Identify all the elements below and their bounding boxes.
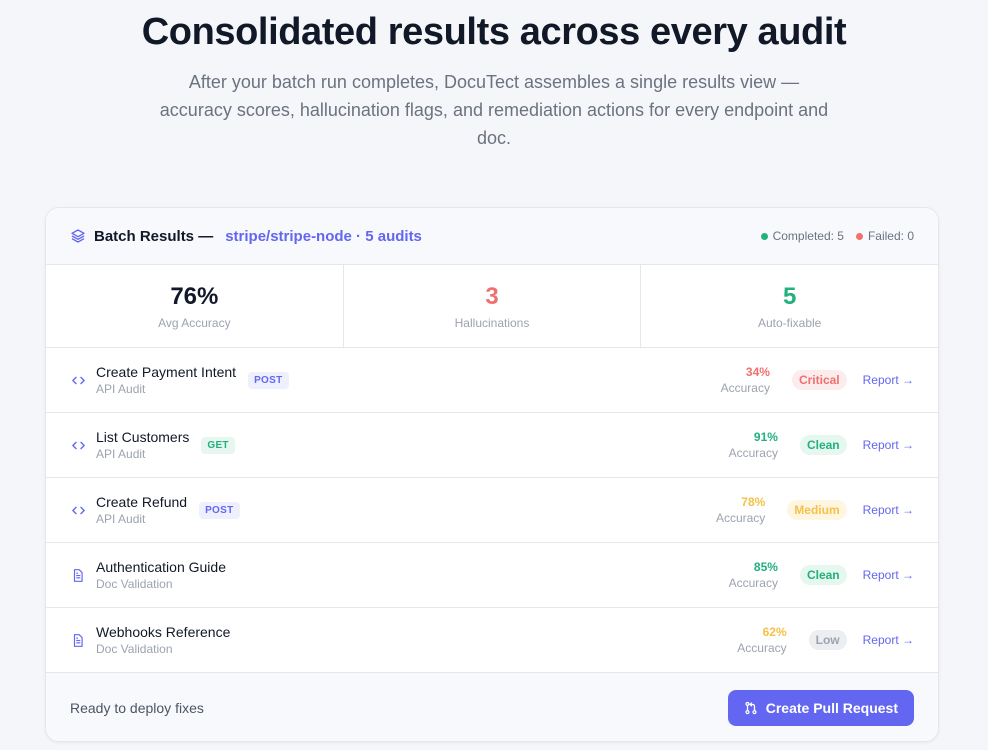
- audit-list: Create Payment Intent API Audit POST 34% Acc…: [46, 348, 938, 673]
- accuracy: 91% Accuracy: [729, 430, 778, 461]
- accuracy-label: Accuracy: [720, 380, 770, 395]
- audit-name: List Customers: [96, 428, 190, 445]
- stat-auto-fixable: 5 Auto-fixable: [640, 265, 938, 347]
- audit-row: Webhooks Reference Doc Validation 62% Accur…: [46, 608, 938, 673]
- audit-row: Create Refund API Audit POST 78% Accuracy Med…: [46, 478, 938, 543]
- audit-type: API Audit: [96, 381, 146, 396]
- audit-type: API Audit: [96, 446, 146, 461]
- batch-results-title: Batch Results —: [94, 227, 214, 245]
- severity-badge: Medium: [787, 500, 847, 520]
- completed-dot-icon: [760, 232, 768, 240]
- severity-badge: Critical: [791, 370, 847, 390]
- http-method-badge: GET: [201, 436, 235, 454]
- stat-value: 5: [783, 282, 797, 310]
- stat-value: 76%: [170, 282, 219, 310]
- accuracy-label: Accuracy: [737, 640, 787, 655]
- page-subtitle: After your batch run completes, DocuTect…: [159, 72, 829, 148]
- failed-dot-icon: [855, 232, 863, 240]
- code-icon: [70, 437, 86, 453]
- batch-results-card: Batch Results — stripe/stripe-node · 5 a…: [45, 207, 939, 742]
- stat-hallucinations: 3 Hallucinations: [342, 265, 641, 347]
- audit-row: Create Payment Intent API Audit POST 34% Acc…: [46, 348, 938, 413]
- audit-name: Webhooks Reference: [96, 623, 231, 640]
- audit-type: Doc Validation: [96, 576, 173, 591]
- batch-status: Completed: 5 Failed: 0: [760, 229, 914, 243]
- failed-count: Failed: 0: [867, 229, 914, 243]
- report-link[interactable]: Report →: [863, 373, 914, 387]
- hero: Consolidated results across every audit …: [0, 0, 988, 152]
- accuracy: 85% Accuracy: [729, 560, 778, 591]
- accuracy: 78% Accuracy: [716, 495, 765, 526]
- accuracy: 62% Accuracy: [737, 625, 786, 656]
- severity-badge: Clean: [799, 435, 847, 455]
- audit-info: Webhooks Reference Doc Validation: [96, 624, 230, 657]
- audit-info: Create Refund API Audit: [96, 494, 187, 527]
- completed-count: Completed: 5: [772, 229, 844, 243]
- http-method-badge: POST: [248, 371, 289, 389]
- audit-name: Create Payment Intent: [96, 363, 237, 380]
- pull-request-icon: [744, 701, 758, 715]
- audit-row: Authentication Guide Doc Validation 85% Acc…: [46, 543, 938, 608]
- page-title: Consolidated results across every audit: [141, 11, 847, 53]
- repo-link[interactable]: stripe/stripe-node · 5 audits: [225, 228, 422, 245]
- report-link[interactable]: Report →: [863, 568, 914, 582]
- accuracy-value: 62%: [762, 624, 787, 639]
- create-pull-request-label: Create Pull Request: [765, 699, 898, 716]
- code-icon: [70, 502, 86, 518]
- create-pull-request-button[interactable]: Create Pull Request: [727, 689, 914, 726]
- accuracy-label: Accuracy: [728, 575, 778, 590]
- card-footer: Ready to deploy fixes Create Pull Reques…: [46, 673, 938, 741]
- document-icon: [70, 567, 86, 583]
- audit-name: Create Refund: [96, 493, 188, 510]
- layers-icon: [70, 228, 86, 244]
- audit-type: Doc Validation: [96, 641, 173, 656]
- severity-badge: Clean: [799, 565, 847, 585]
- report-link[interactable]: Report →: [863, 503, 914, 517]
- completed-status: Completed: 5: [760, 229, 844, 243]
- audit-type: API Audit: [96, 511, 146, 526]
- audit-info: Authentication Guide Doc Validation: [96, 559, 226, 592]
- severity-badge: Low: [808, 630, 847, 650]
- audit-info: List Customers API Audit: [96, 429, 189, 462]
- accuracy-value: 85%: [753, 559, 778, 574]
- stat-label: Avg Accuracy: [158, 315, 231, 330]
- http-method-badge: POST: [199, 501, 240, 519]
- stat-value: 3: [485, 282, 499, 310]
- audit-row: List Customers API Audit GET 91% Accuracy Cle…: [46, 413, 938, 478]
- report-link[interactable]: Report →: [863, 633, 914, 647]
- footer-status-text: Ready to deploy fixes: [70, 699, 204, 716]
- card-header: Batch Results — stripe/stripe-node · 5 a…: [46, 208, 938, 265]
- audit-name: Authentication Guide: [96, 558, 226, 575]
- stat-label: Hallucinations: [454, 315, 530, 330]
- report-link[interactable]: Report →: [863, 438, 914, 452]
- code-icon: [70, 372, 86, 388]
- accuracy-value: 91%: [753, 429, 778, 444]
- failed-status: Failed: 0: [855, 229, 914, 243]
- stat-avg-accuracy: 76% Avg Accuracy: [46, 265, 343, 347]
- audit-info: Create Payment Intent API Audit: [96, 364, 236, 397]
- document-icon: [70, 632, 86, 648]
- accuracy-value: 34%: [745, 364, 770, 379]
- stats-row: 76% Avg Accuracy 3 Hallucinations 5 Auto…: [46, 265, 938, 348]
- accuracy: 34% Accuracy: [721, 365, 770, 396]
- accuracy-label: Accuracy: [715, 510, 766, 525]
- accuracy-label: Accuracy: [728, 445, 778, 460]
- accuracy-value: 78%: [741, 494, 766, 509]
- stat-label: Auto-fixable: [757, 315, 822, 330]
